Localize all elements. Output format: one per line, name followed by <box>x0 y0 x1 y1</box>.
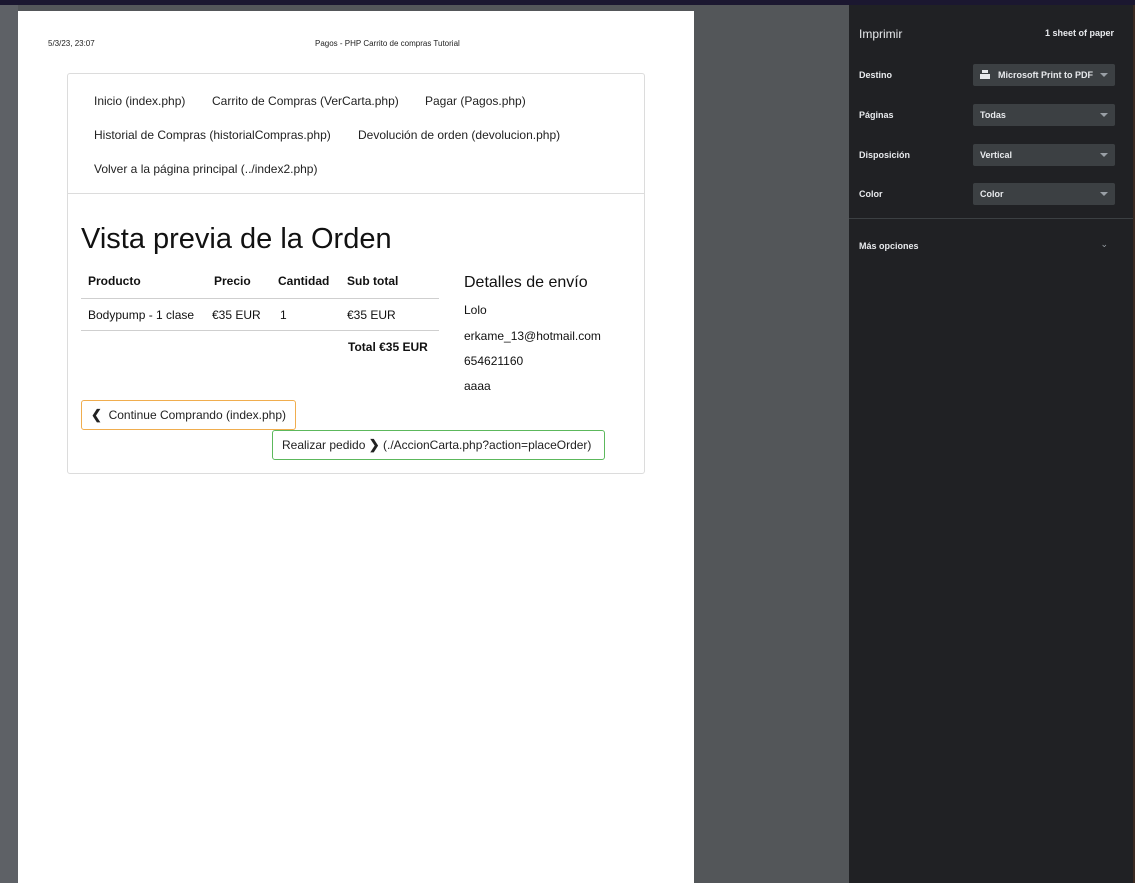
sheet-count: 1 sheet of paper <box>1044 28 1114 38</box>
print-header-date: 5/3/23, 23:07 <box>48 39 95 48</box>
cell-cantidad: 1 <box>280 308 287 322</box>
nav-link-devolucion[interactable]: Devolución de orden (devolucion.php) <box>358 128 560 142</box>
color-value: Color <box>980 189 1004 199</box>
dropdown-arrow-icon <box>1100 73 1108 77</box>
pages-select[interactable]: Todas <box>973 104 1115 126</box>
layout-label: Disposición <box>859 150 911 160</box>
panel-divider <box>849 218 1135 219</box>
pages-value: Todas <box>980 110 1006 120</box>
cell-precio: €35 EUR <box>212 308 261 322</box>
column-header-precio: Precio <box>214 274 251 288</box>
preview-left-edge <box>0 5 18 883</box>
nav-link-historial[interactable]: Historial de Compras (historialCompras.p… <box>94 128 331 142</box>
layout-value: Vertical <box>980 150 1013 160</box>
chevron-right-icon: ❯ <box>368 437 380 452</box>
print-header-title: Pagos - PHP Carrito de compras Tutorial <box>315 39 460 48</box>
more-options-toggle[interactable]: Más opciones <box>859 241 919 251</box>
nav-menu: Inicio (index.php) Carrito de Compras (V… <box>68 74 644 194</box>
dropdown-arrow-icon <box>1100 153 1108 157</box>
cell-producto: Bodypump - 1 clase <box>88 308 195 322</box>
chevron-left-icon: ❮ <box>91 407 102 422</box>
preview-background <box>694 5 849 883</box>
cell-subtotal: €35 EUR <box>347 308 396 322</box>
continue-shopping-button[interactable]: ❮ Continue Comprando (index.php) <box>81 400 296 430</box>
nav-link-carrito[interactable]: Carrito de Compras (VerCarta.php) <box>212 94 399 108</box>
destination-label: Destino <box>859 70 893 80</box>
nav-link-pagar[interactable]: Pagar (Pagos.php) <box>425 94 526 108</box>
color-label: Color <box>859 189 883 199</box>
print-preview-page: 5/3/23, 23:07 Pagos - PHP Carrito de com… <box>18 11 694 883</box>
shipping-phone: 654621160 <box>464 354 524 368</box>
print-panel-title: Imprimir <box>859 27 903 41</box>
order-total: Total €35 EUR <box>348 340 428 354</box>
page-title: Vista previa de la Orden <box>81 223 392 255</box>
shipping-address: aaaa <box>464 379 491 393</box>
place-order-label: Realizar pedido <box>282 438 366 452</box>
column-header-cantidad: Cantidad <box>278 274 330 288</box>
color-select[interactable]: Color <box>973 183 1115 205</box>
shipping-title: Detalles de envío <box>464 274 588 291</box>
shipping-name: Lolo <box>464 303 487 317</box>
destination-value: Microsoft Print to PDF <box>998 70 1093 80</box>
place-order-url: (./AccionCarta.php?action=placeOrder) <box>382 438 592 452</box>
column-header-subtotal: Sub total <box>347 274 399 288</box>
printer-icon <box>980 70 992 80</box>
print-settings-panel: Imprimir 1 sheet of paper Destino Micros… <box>849 5 1135 883</box>
pages-label: Páginas <box>859 110 894 120</box>
nav-link-inicio[interactable]: Inicio (index.php) <box>94 94 185 108</box>
continue-shopping-label: Continue Comprando (index.php) <box>108 408 287 422</box>
nav-link-volver[interactable]: Volver a la página principal (../index2.… <box>94 162 317 176</box>
shipping-email: erkame_13@hotmail.com <box>464 329 601 343</box>
destination-select[interactable]: Microsoft Print to PDF <box>973 64 1115 86</box>
order-card: Inicio (index.php) Carrito de Compras (V… <box>67 73 645 474</box>
chevron-down-icon[interactable]: ⌄ <box>1100 239 1108 250</box>
dropdown-arrow-icon <box>1100 113 1108 117</box>
dropdown-arrow-icon <box>1100 192 1108 196</box>
place-order-button[interactable]: Realizar pedido ❯ (./AccionCarta.php?act… <box>272 430 605 460</box>
column-header-producto: Producto <box>88 274 141 288</box>
table-row-divider <box>81 330 439 331</box>
table-header-divider <box>81 298 439 299</box>
layout-select[interactable]: Vertical <box>973 144 1115 166</box>
